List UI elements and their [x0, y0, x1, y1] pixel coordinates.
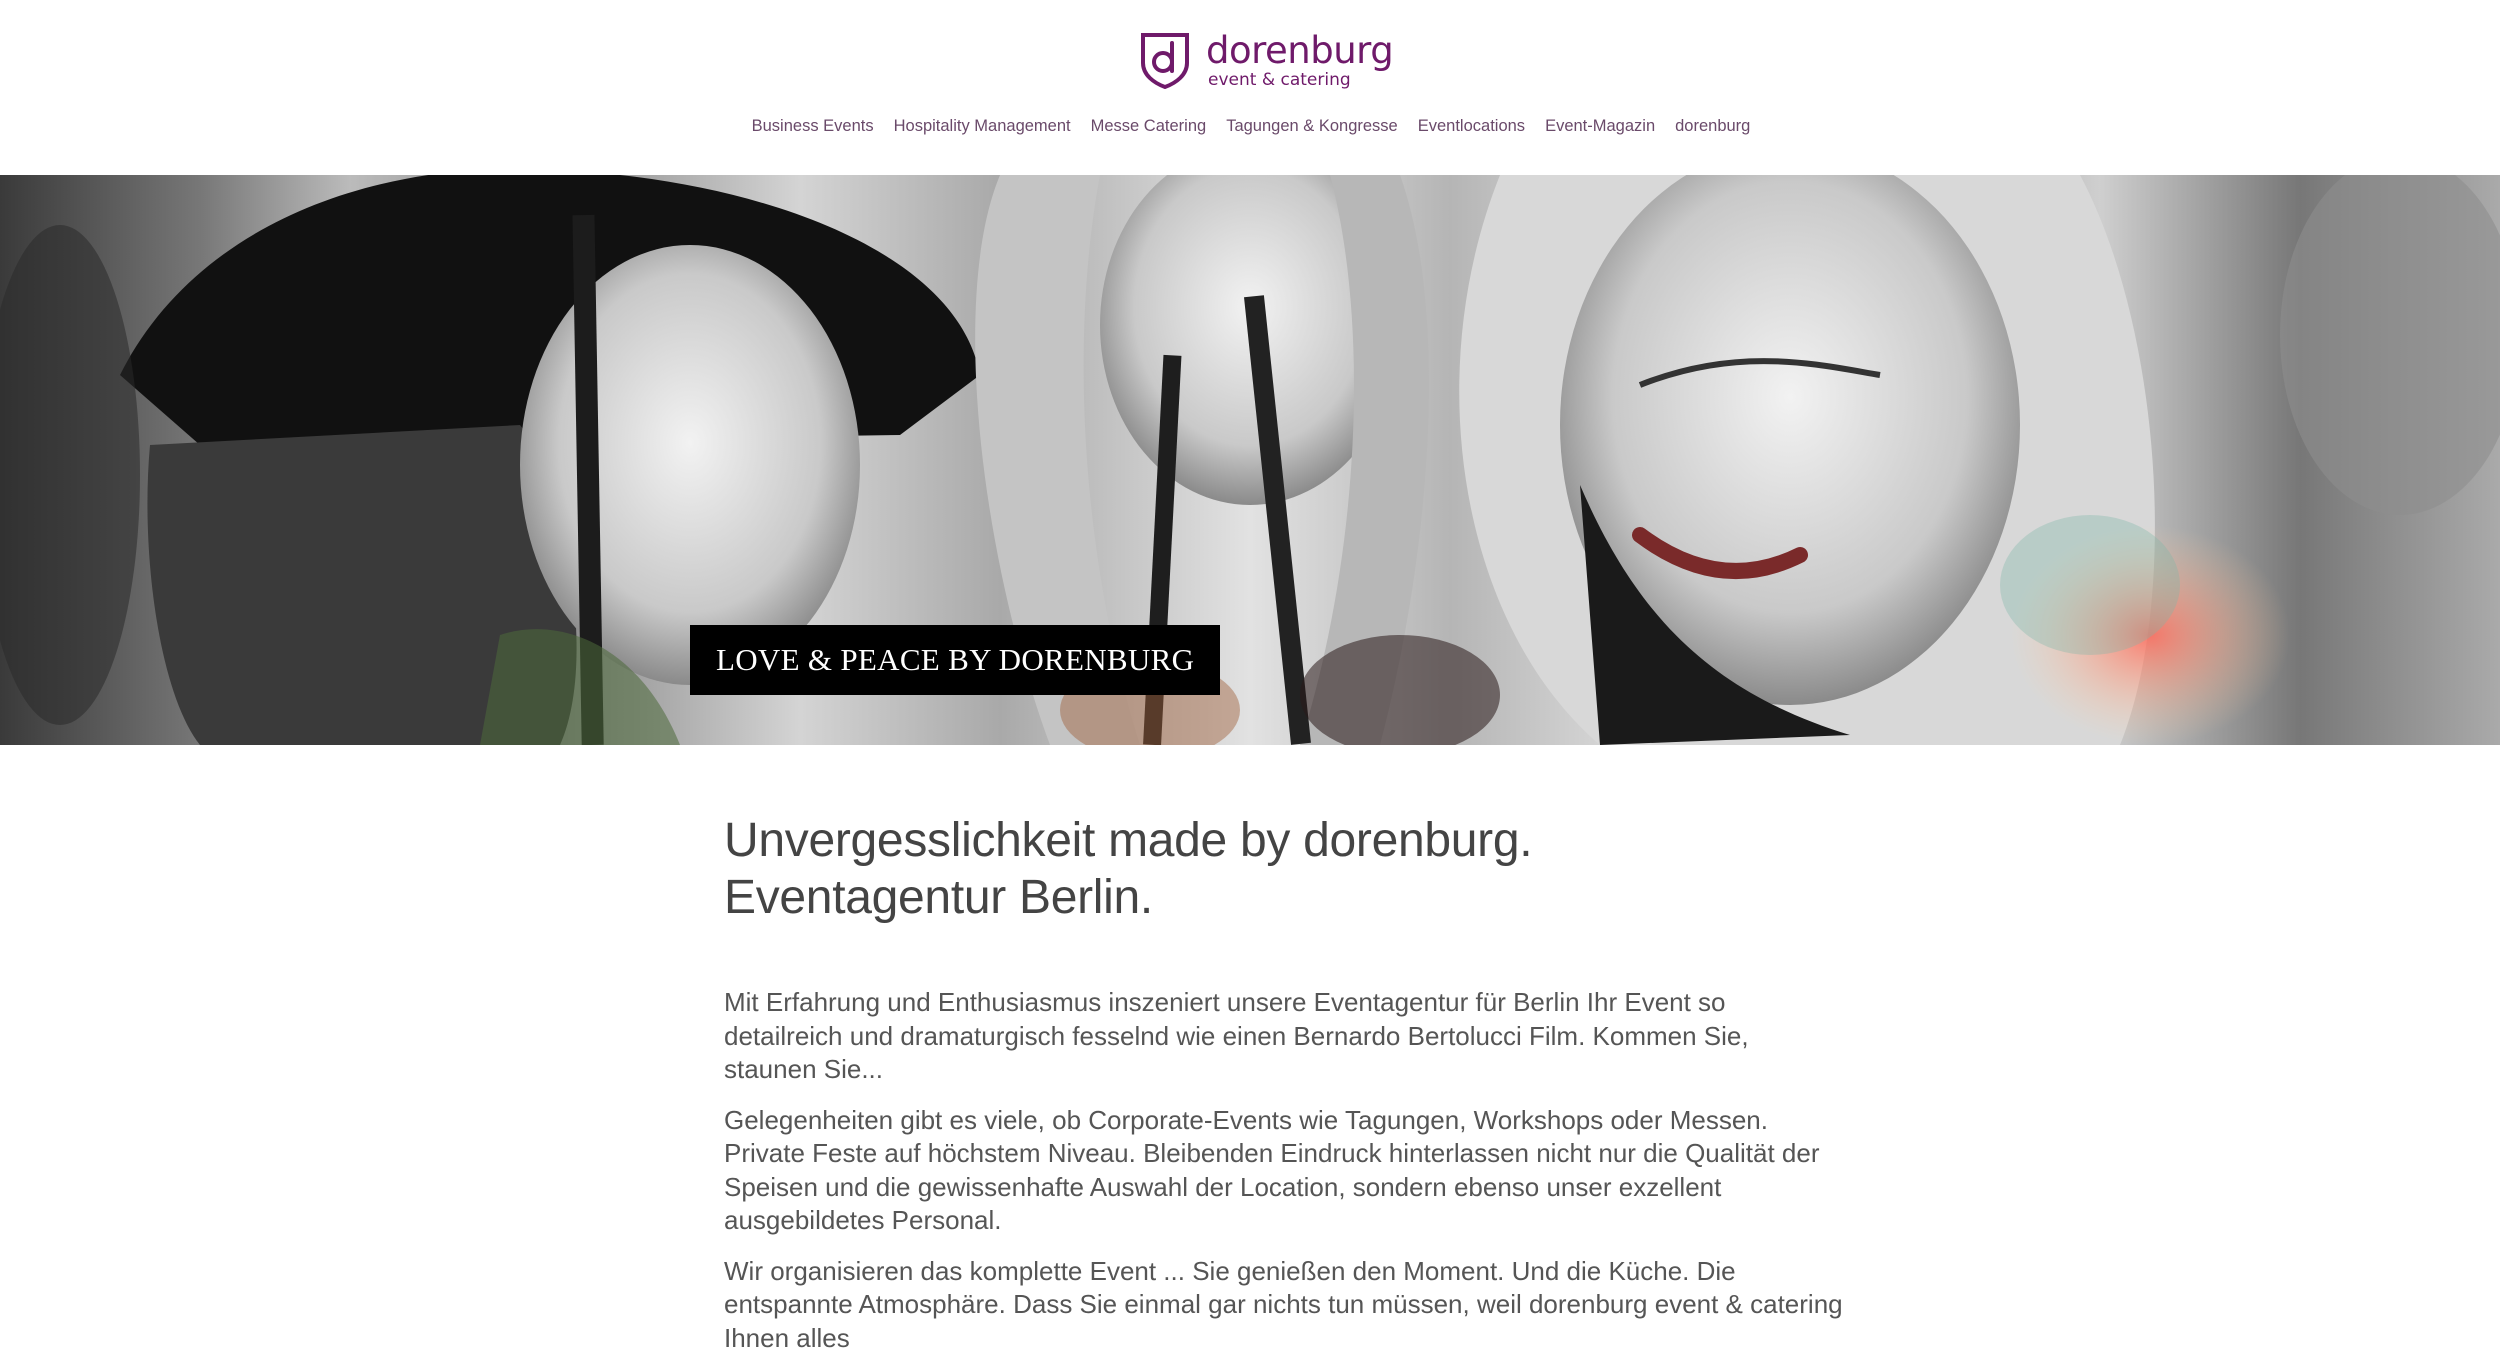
page-title: Unvergesslichkeit made by dorenburg. Eve…	[724, 812, 1844, 926]
body-paragraph: Wir organisieren das komplette Event ...…	[724, 1255, 1844, 1355]
shield-d-icon	[1138, 31, 1192, 89]
nav-item-tagungen-kongresse[interactable]: Tagungen & Kongresse	[1226, 117, 1398, 136]
nav-item-dorenburg[interactable]: dorenburg	[1675, 117, 1750, 136]
body-paragraph: Gelegenheiten gibt es viele, ob Corporat…	[724, 1104, 1844, 1238]
nav-item-hospitality-management[interactable]: Hospitality Management	[894, 117, 1071, 136]
hero-photo	[0, 175, 2500, 745]
nav-item-eventlocations[interactable]: Eventlocations	[1418, 117, 1525, 136]
nav-item-event-magazin[interactable]: Event-Magazin	[1545, 117, 1655, 136]
page-title-line-2: Eventagentur Berlin.	[724, 869, 1844, 926]
hero-banner: LOVE & PEACE BY DORENBURG	[0, 175, 2500, 745]
nav-item-business-events[interactable]: Business Events	[752, 117, 874, 136]
brand-wordmark: dorenburg event & catering	[1206, 32, 1393, 89]
nav-item-messe-catering[interactable]: Messe Catering	[1091, 117, 1207, 136]
brand-name: dorenburg	[1206, 32, 1393, 69]
hero-caption: LOVE & PEACE BY DORENBURG	[690, 625, 1220, 695]
intro-paragraph: Mit Erfahrung und Enthusiasmus inszenier…	[724, 986, 1844, 1087]
main-nav: Business Events Hospitality Management M…	[0, 117, 2500, 136]
page-title-line-1: Unvergesslichkeit made by dorenburg.	[724, 812, 1844, 869]
brand-logo[interactable]: dorenburg event & catering	[1138, 30, 1398, 90]
site-header: dorenburg event & catering Business Even…	[0, 0, 2500, 175]
brand-tagline: event & catering	[1208, 72, 1393, 89]
main-content: Unvergesslichkeit made by dorenburg. Eve…	[724, 812, 1844, 1355]
